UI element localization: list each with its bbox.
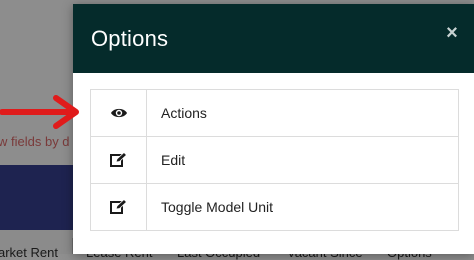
option-actions-label: Actions (161, 105, 207, 121)
option-toggle-model-unit[interactable]: Toggle Model Unit (91, 183, 458, 230)
modal-title: Options (91, 26, 169, 51)
options-modal: Options × Actions Edit Toggle Model Unit (73, 4, 474, 254)
edit-icon (91, 184, 147, 230)
modal-header: Options × (73, 4, 474, 73)
close-icon[interactable]: × (443, 22, 461, 44)
eye-icon (91, 90, 147, 136)
edit-icon (91, 137, 147, 183)
background-link-text: w fields by d (0, 134, 70, 149)
options-list: Actions Edit Toggle Model Unit (90, 89, 459, 231)
option-actions[interactable]: Actions (91, 90, 458, 136)
option-edit-label: Edit (161, 152, 186, 168)
red-arrow-icon (0, 95, 79, 129)
option-edit[interactable]: Edit (91, 136, 458, 183)
column-header-market-rent: arket Rent (0, 245, 58, 260)
option-toggle-model-unit-label: Toggle Model Unit (161, 199, 274, 215)
